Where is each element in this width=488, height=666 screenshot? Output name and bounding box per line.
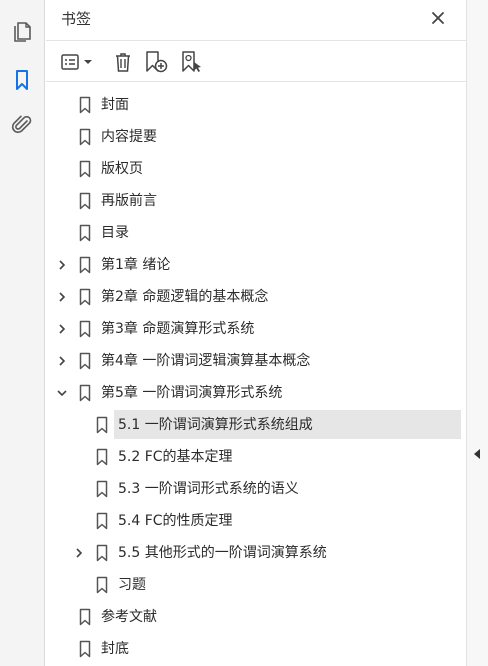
bookmark-item[interactable]: 再版前言 [46, 186, 466, 216]
bookmark-icon [79, 192, 91, 210]
bookmark-item[interactable]: 习题 [46, 570, 466, 600]
chevron-left-icon [474, 449, 480, 459]
chevron-right-icon[interactable] [73, 547, 85, 559]
collapse-panel-button[interactable] [471, 446, 483, 462]
chevron-right-icon[interactable] [56, 355, 68, 367]
new-bookmark-button[interactable] [143, 49, 169, 75]
new-bookmark-from-selection-icon [182, 51, 201, 72]
pages-icon [14, 22, 31, 42]
bookmark-item[interactable]: 第3章 命题演算形式系统 [46, 314, 466, 344]
bookmark-item[interactable]: 封面 [46, 90, 466, 120]
bookmark-label: 5.2 FC的基本定理 [118, 449, 233, 465]
bookmark-label: 封面 [101, 97, 129, 113]
bookmark-icon [79, 128, 91, 146]
bookmark-icon [79, 384, 91, 402]
bookmark-icon [79, 320, 91, 338]
bookmark-item[interactable]: 5.4 FC的性质定理 [46, 506, 466, 536]
bookmark-label: 5.5 其他形式的一阶谓词演算系统 [118, 545, 327, 561]
close-panel-button[interactable] [428, 8, 448, 28]
bookmarks-panel-button[interactable] [8, 66, 36, 94]
bookmark-icon [96, 544, 108, 562]
bookmark-icon [79, 224, 91, 242]
bookmark-icon [96, 416, 108, 434]
options-menu-button[interactable] [58, 49, 98, 75]
vertical-scrollbar[interactable] [466, 0, 488, 666]
panel-title: 书签 [61, 10, 92, 28]
bookmark-icon [79, 160, 91, 178]
bookmark-icon [96, 576, 108, 594]
bookmark-label: 5.3 一阶谓词形式系统的语义 [118, 481, 299, 497]
delete-bookmark-button[interactable] [110, 49, 136, 75]
chevron-right-icon[interactable] [56, 291, 68, 303]
delete-icon [116, 53, 130, 72]
bookmark-label: 版权页 [101, 161, 143, 177]
bookmark-toolbar [46, 40, 466, 82]
bookmark-item[interactable]: 5.5 其他形式的一阶谓词演算系统 [46, 538, 466, 568]
bookmark-label: 习题 [118, 577, 146, 593]
bookmark-item[interactable]: 5.2 FC的基本定理 [46, 442, 466, 472]
bookmark-label: 第4章 一阶谓词逻辑演算基本概念 [101, 353, 311, 369]
bookmark-item[interactable]: 5.3 一阶谓词形式系统的语义 [46, 474, 466, 504]
chevron-down-icon[interactable] [56, 387, 68, 399]
bookmark-icon [16, 70, 28, 90]
bookmark-item[interactable]: 第5章 一阶谓词演算形式系统 [46, 378, 466, 408]
bookmark-icon [79, 640, 91, 658]
bookmark-label: 内容提要 [101, 129, 157, 145]
bookmark-label: 再版前言 [101, 193, 157, 209]
bookmark-item[interactable]: 内容提要 [46, 122, 466, 152]
navigation-rail [0, 0, 45, 666]
bookmark-item[interactable]: 封底 [46, 634, 466, 664]
bookmark-icon [96, 448, 108, 466]
chevron-right-icon[interactable] [56, 323, 68, 335]
bookmark-item[interactable]: 5.1 一阶谓词演算形式系统组成 [46, 410, 466, 440]
bookmark-icon [96, 480, 108, 498]
bookmark-icon [79, 288, 91, 306]
pages-panel-button[interactable] [8, 18, 36, 46]
bookmark-label: 第3章 命题演算形式系统 [101, 321, 255, 337]
bookmark-icon [79, 352, 91, 370]
options-menu-icon [61, 54, 92, 70]
bookmark-label: 第2章 命题逻辑的基本概念 [101, 289, 269, 305]
bookmark-label: 参考文献 [101, 609, 157, 625]
attachments-panel-button[interactable] [8, 111, 36, 139]
bookmark-item[interactable]: 第1章 绪论 [46, 250, 466, 280]
bookmarks-app: 书签 封面 内容提要 版权页 再版前言 目录 第1章 绪论 第2章 命题逻辑的基… [0, 0, 488, 666]
chevron-right-icon[interactable] [56, 259, 68, 271]
bookmark-item[interactable]: 参考文献 [46, 602, 466, 632]
bookmark-label: 5.4 FC的性质定理 [118, 513, 233, 529]
bookmark-label: 5.1 一阶谓词演算形式系统组成 [118, 417, 313, 433]
bookmark-item[interactable]: 版权页 [46, 154, 466, 184]
new-bookmark-icon [146, 51, 168, 73]
bookmark-label: 第1章 绪论 [101, 257, 171, 273]
bookmark-icon [79, 608, 91, 626]
bookmark-item[interactable]: 目录 [46, 218, 466, 248]
bookmarks-panel: 书签 封面 内容提要 版权页 再版前言 目录 第1章 绪论 第2章 命题逻辑的基… [46, 0, 466, 666]
new-bookmark-from-selection-button[interactable] [179, 49, 205, 75]
bookmark-label: 封底 [101, 641, 129, 657]
bookmark-item[interactable]: 第4章 一阶谓词逻辑演算基本概念 [46, 346, 466, 376]
bookmark-icon [96, 512, 108, 530]
attachment-icon [11, 115, 32, 134]
panel-header: 书签 [46, 0, 466, 36]
bookmark-label: 目录 [101, 225, 129, 241]
bookmark-item[interactable]: 第2章 命题逻辑的基本概念 [46, 282, 466, 312]
bookmark-label: 第5章 一阶谓词演算形式系统 [101, 385, 283, 401]
bookmark-icon [79, 256, 91, 274]
close-icon [432, 12, 444, 24]
bookmark-icon [79, 96, 91, 114]
